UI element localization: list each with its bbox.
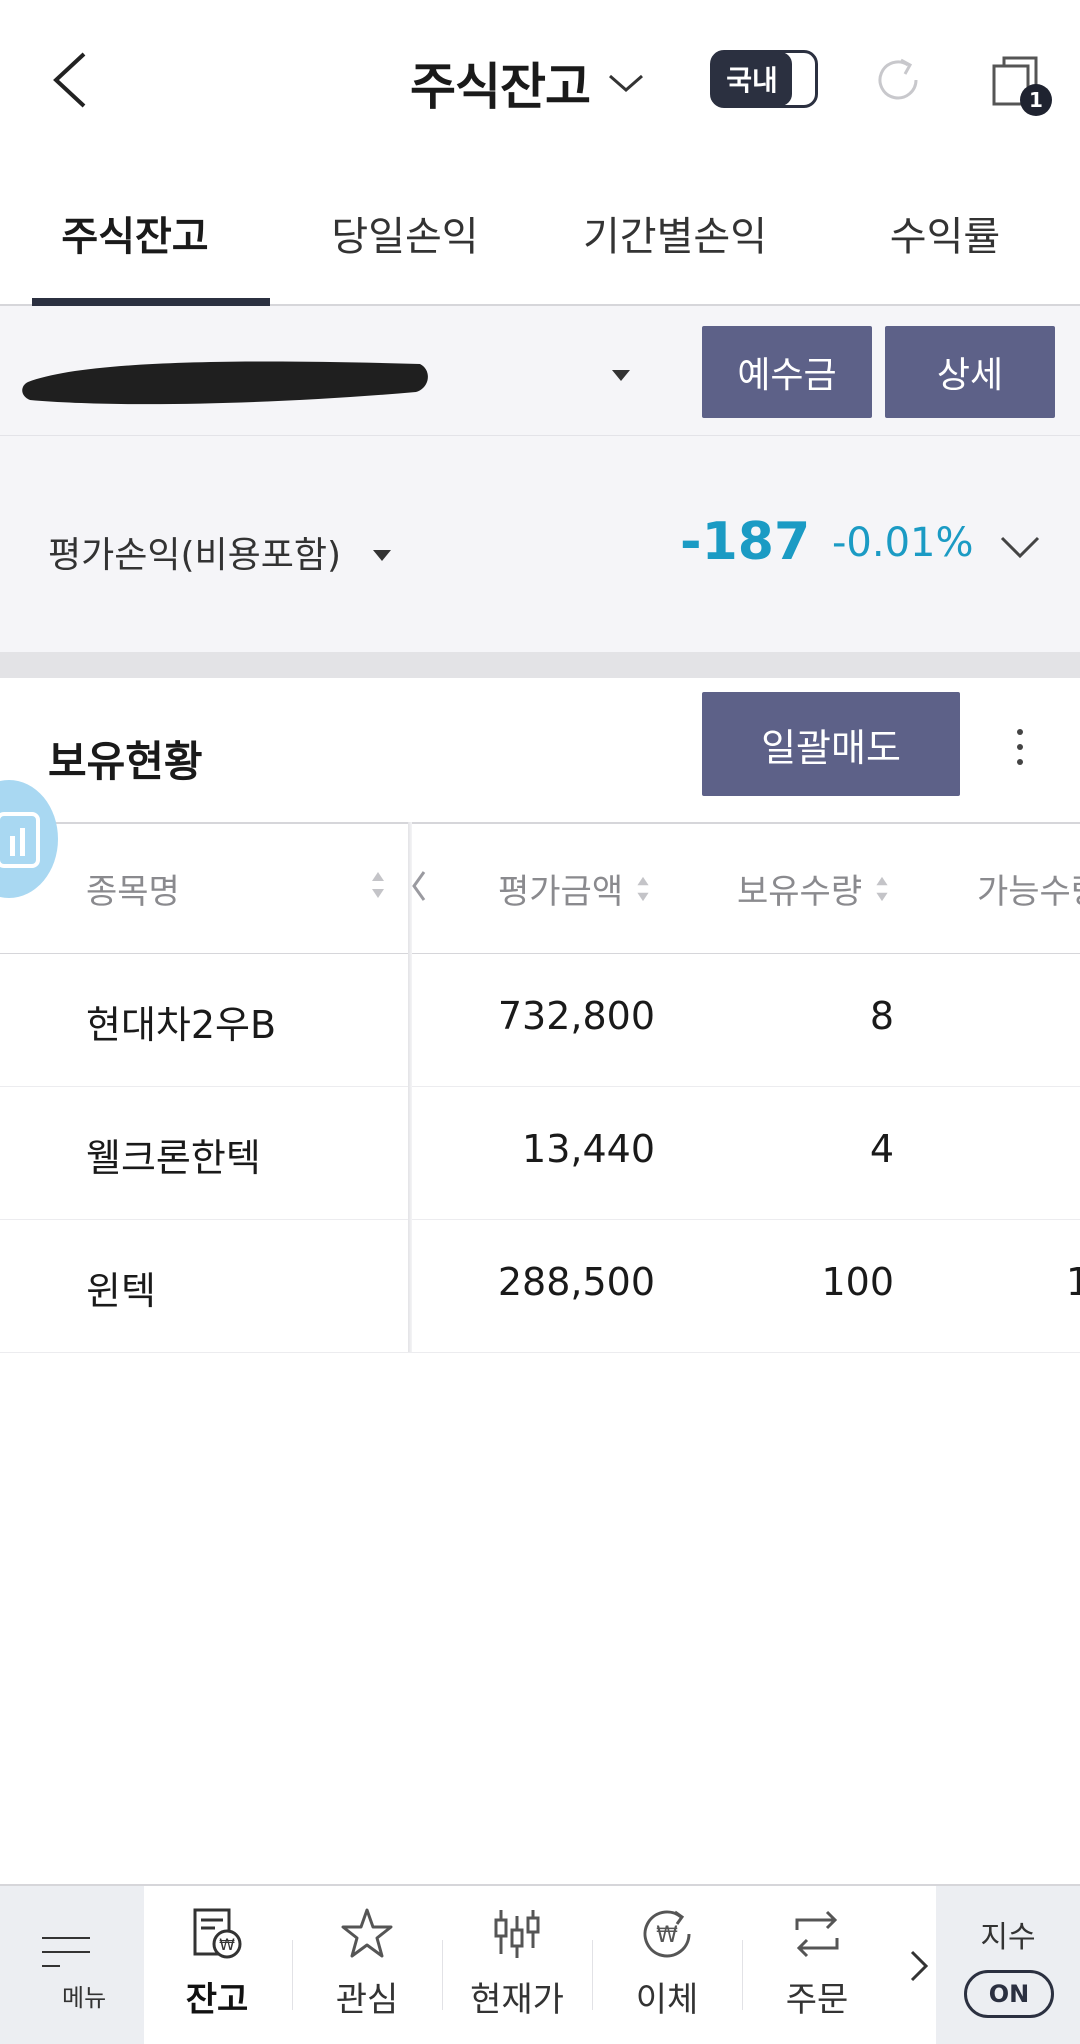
caret-down-icon — [612, 370, 630, 381]
detail-button[interactable]: 상세 — [885, 326, 1055, 418]
table-row[interactable]: 윈텍 288,500 100 1 — [0, 1220, 1080, 1353]
app-header: 주식잔고 국내 1 — [0, 0, 1080, 162]
transfer-won-icon: ₩ — [643, 1910, 691, 1958]
pnl-rate: -0.01% — [832, 520, 974, 566]
window-count-badge: 1 — [1020, 84, 1052, 116]
domestic-toggle[interactable]: 국내 — [710, 50, 818, 108]
tab-bar: 주식잔고 당일손익 기간별손익 수익률 — [0, 162, 1080, 306]
holdings-title: 보유현황 — [48, 737, 203, 786]
nav-watchlist[interactable]: 관심 — [292, 1886, 442, 2044]
column-qty-label: 보유수량 — [737, 872, 863, 912]
account-selector-row: 예수금 상세 — [0, 306, 1080, 436]
tab-return-rate[interactable]: 수익률 — [810, 162, 1080, 304]
refresh-icon[interactable] — [870, 52, 926, 108]
pnl-amount: -187 — [680, 512, 811, 572]
stock-name: 윈텍 — [86, 1269, 156, 1313]
chart-icon — [0, 812, 40, 868]
tab-daily-pnl[interactable]: 당일손익 — [270, 162, 540, 304]
nav-balance-label: 잔고 — [185, 1980, 249, 2020]
chevron-left-icon — [53, 52, 86, 108]
table-row[interactable]: 현대차2우B 732,800 8 — [0, 954, 1080, 1087]
eval-amount: 732,800 — [497, 994, 655, 1038]
sort-icon — [876, 876, 888, 901]
column-name-label: 종목명 — [86, 872, 180, 912]
stock-name: 웰크론한텍 — [86, 1136, 261, 1180]
column-avail-header[interactable]: 가능수량 — [977, 864, 1080, 913]
caret-down-icon — [373, 550, 391, 561]
chevron-down-icon[interactable] — [998, 532, 1042, 562]
nav-order[interactable]: 주문 — [742, 1886, 892, 2044]
page-title: 주식잔고 — [410, 58, 591, 116]
screen-title-selector[interactable]: 주식잔고 — [410, 48, 646, 118]
menu-button[interactable]: 메뉴 — [0, 1886, 144, 2044]
sell-all-button[interactable]: 일괄매도 — [702, 692, 960, 796]
hamburger-icon — [42, 1937, 90, 1967]
column-value-label: 평가금액 — [498, 872, 624, 912]
pnl-summary: 평가손익(비용포함) -187 -0.01% — [0, 436, 1080, 652]
pnl-label-dropdown[interactable] — [373, 546, 391, 565]
domestic-toggle-label: 국내 — [712, 52, 792, 106]
nav-current-price-label: 현재가 — [470, 1980, 564, 2020]
frozen-column-divider — [408, 822, 412, 1352]
candlestick-icon — [494, 1910, 540, 1958]
eval-amount: 288,500 — [497, 1260, 655, 1304]
index-toggle-panel: 지수 ON — [936, 1886, 1080, 2044]
holding-qty: 4 — [869, 1127, 894, 1171]
available-qty: 1 — [1066, 1260, 1080, 1304]
nav-transfer-label: 이체 — [635, 1980, 699, 2020]
bottom-navigation: 메뉴 ₩ 잔고 관심 현재가 ₩ 이체 주문 지수 ON — [0, 1884, 1080, 2044]
column-avail-label: 가능수량 — [977, 872, 1080, 912]
nav-current-price[interactable]: 현재가 — [442, 1886, 592, 2044]
eval-amount: 13,440 — [522, 1127, 655, 1171]
column-value-header[interactable]: 평가금액 — [498, 864, 651, 913]
index-label: 지수 — [980, 1920, 1036, 1955]
chevron-right-icon[interactable] — [898, 1938, 938, 1994]
account-dropdown-caret[interactable] — [612, 366, 630, 385]
column-name-header[interactable]: 종목명 — [86, 864, 180, 913]
star-icon — [341, 1908, 393, 1958]
svg-text:₩: ₩ — [656, 1923, 678, 1948]
chevron-down-icon — [609, 74, 643, 92]
column-qty-header[interactable]: 보유수량 — [737, 864, 890, 913]
deposit-button[interactable]: 예수금 — [702, 326, 872, 418]
sort-icon[interactable] — [370, 870, 386, 900]
order-repeat-icon — [795, 1910, 839, 1958]
holding-qty: 100 — [821, 1260, 894, 1304]
index-on-toggle[interactable]: ON — [964, 1970, 1054, 2018]
nav-transfer[interactable]: ₩ 이체 — [592, 1886, 742, 2044]
nav-watchlist-label: 관심 — [335, 1980, 399, 2020]
svg-text:₩: ₩ — [219, 1935, 235, 1954]
pnl-label[interactable]: 평가손익(비용포함) — [48, 526, 341, 578]
holding-qty: 8 — [869, 994, 894, 1038]
holdings-table-header: 종목명 평가금액 보유수량 가능수량 — [0, 824, 1080, 954]
tab-period-pnl[interactable]: 기간별손익 — [540, 162, 810, 304]
sort-icon — [637, 876, 649, 901]
table-row[interactable]: 웰크론한텍 13,440 4 — [0, 1087, 1080, 1220]
tab-stock-balance[interactable]: 주식잔고 — [0, 162, 270, 306]
section-divider — [0, 652, 1080, 678]
holdings-header: 보유현황 일괄매도 — [0, 678, 1080, 824]
back-button[interactable] — [40, 40, 100, 120]
menu-label: 메뉴 — [62, 1984, 107, 2012]
nav-balance[interactable]: ₩ 잔고 — [142, 1886, 292, 2044]
balance-icon: ₩ — [193, 1908, 242, 1959]
nav-order-label: 주문 — [785, 1980, 849, 2020]
redacted-account-number[interactable] — [20, 348, 430, 408]
more-vertical-icon[interactable] — [1010, 722, 1030, 772]
stock-name: 현대차2우B — [86, 1003, 277, 1047]
